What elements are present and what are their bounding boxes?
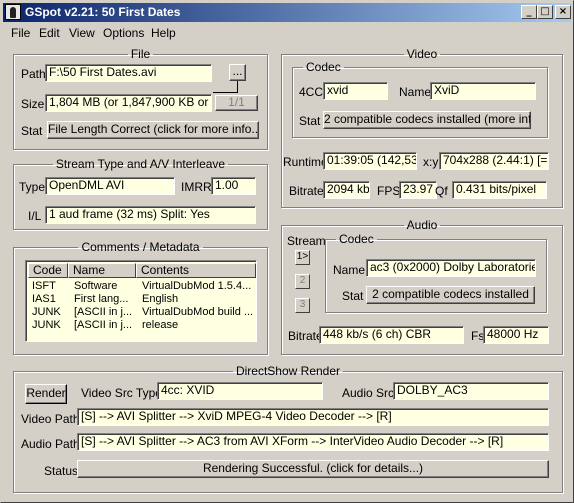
audio-name-field[interactable]: ac3 (0x2000) Dolby Laboratories, I (366, 259, 536, 277)
render-button[interactable]: Render (25, 384, 67, 404)
row-name: Software (74, 280, 118, 292)
video-bitrate-field[interactable]: 2094 kb/ (323, 181, 370, 199)
audio-codec-title: Codec (339, 232, 374, 246)
menu-file[interactable]: File (11, 26, 30, 40)
audio-name-label: Name (333, 263, 366, 277)
status-button[interactable]: Rendering Successful. (click for details… (77, 460, 549, 478)
menu-options[interactable]: Options (103, 26, 144, 40)
audio-bitrate-field[interactable]: 448 kb/s (6 ch) CBR (319, 326, 464, 344)
comments-title: Comments / Metadata (81, 240, 200, 254)
video-codec-title: Codec (306, 60, 341, 74)
minimize-button[interactable]: _ (521, 5, 537, 19)
menu-edit[interactable]: Edit (39, 26, 60, 40)
il-field[interactable]: 1 aud frame (32 ms) Split: Yes (45, 206, 256, 224)
path-label: Path (21, 67, 46, 81)
gspot-window: GSpot v2.21: 50 First Dates _ □ × File E… (0, 0, 574, 503)
row-code: IAS1 (32, 293, 56, 305)
file-stat-button[interactable]: File Length Correct (click for more info… (47, 121, 259, 139)
xy-field[interactable]: 704x288 (2.44:1) [=22 (439, 152, 549, 170)
file-stat-label: Stat (21, 124, 43, 138)
row-contents: VirtualDubMod build ... (142, 306, 254, 318)
gspot-app-icon[interactable] (5, 4, 21, 20)
audio-group-title: Audio (406, 218, 438, 232)
stream-1-button[interactable]: 1> (295, 250, 310, 265)
audio-path-label: Audio Path (21, 437, 80, 451)
fps-field[interactable]: 23.97 (399, 181, 437, 199)
close-button[interactable]: × (555, 5, 571, 19)
size-label: Size (21, 97, 45, 111)
video-path-field[interactable]: [S] --> AVI Splitter --> XviD MPEG-4 Vid… (77, 408, 549, 426)
il-label: I/L (28, 209, 42, 223)
path-field[interactable]: F:\50 First Dates.avi (45, 64, 212, 82)
fourcc-label: 4CC (299, 85, 324, 99)
video-stat-label: Stat (299, 114, 321, 128)
column-contents[interactable]: Contents (136, 263, 256, 278)
table-row[interactable]: JUNK [ASCII in j... release (26, 319, 256, 332)
fs-field[interactable]: 48000 Hz (483, 326, 549, 344)
video-name-label: Name (399, 85, 432, 99)
directshow-render-title: DirectShow Render (235, 364, 341, 378)
menu-view[interactable]: View (69, 26, 95, 40)
video-bitrate-label: Bitrate (289, 184, 324, 198)
metadata-list[interactable]: Code Name Contents ISFT Software Virtual… (25, 260, 257, 342)
video-src-type-field[interactable]: 4cc: XVID (157, 382, 323, 400)
row-contents: English (142, 293, 179, 305)
runtime-field[interactable]: 01:39:05 (142,536 (323, 152, 417, 170)
row-name: [ASCII in j... (74, 319, 133, 331)
type-field[interactable]: OpenDML AVI (45, 177, 175, 195)
status-label: Status (44, 464, 79, 478)
xy-label: x:y (423, 155, 439, 169)
column-name[interactable]: Name (68, 263, 136, 278)
menu-help[interactable]: Help (151, 26, 176, 40)
size-field[interactable]: 1,804 MB (or 1,847,900 KB or 1,8 (45, 94, 212, 112)
row-contents: release (142, 319, 179, 331)
video-src-type-label: Video Src Type (81, 386, 162, 400)
video-group-title: Video (406, 47, 438, 61)
stream-3-button[interactable]: 3 (295, 298, 310, 313)
audio-stat-button[interactable]: 2 compatible codecs installed (366, 286, 535, 304)
video-stat-button[interactable]: 2 compatible codecs installed (more info… (323, 111, 531, 129)
video-name-field[interactable]: XviD (430, 82, 536, 100)
table-row[interactable]: IAS1 First lang... English (26, 293, 256, 306)
fps-label: FPS (377, 184, 401, 198)
imrr-label: IMRR (181, 180, 212, 194)
stream-2-button[interactable]: 2 (295, 274, 310, 289)
audio-src-label: Audio Src (342, 386, 395, 400)
audio-stat-label: Stat (342, 289, 364, 303)
fourcc-field[interactable]: xvid (323, 82, 388, 100)
window-title: GSpot v2.21: 50 First Dates (25, 5, 181, 19)
runtime-label: Runtime (283, 155, 328, 169)
video-path-label: Video Path (21, 412, 80, 426)
row-name: First lang... (74, 293, 129, 305)
browse-button[interactable]: ... (229, 64, 246, 81)
file-group-title: File (130, 47, 151, 61)
imrr-field[interactable]: 1.00 (211, 177, 256, 195)
browse-connector-h (213, 92, 238, 93)
metadata-header: Code Name Contents (28, 263, 256, 278)
row-contents: VirtualDubMod 1.5.4... (142, 280, 252, 292)
title-bar[interactable]: GSpot v2.21: 50 First Dates _ □ × (3, 3, 571, 22)
row-name: [ASCII in j... (74, 306, 133, 318)
column-code[interactable]: Code (28, 263, 68, 278)
page-indicator[interactable]: 1/1 (215, 95, 258, 111)
audio-path-field[interactable]: [S] --> AVI Splitter --> AC3 from AVI XF… (77, 433, 549, 451)
table-row[interactable]: JUNK [ASCII in j... VirtualDubMod build … (26, 306, 256, 319)
audio-bitrate-label: Bitrate (288, 329, 323, 343)
menu-bar: File Edit View Options Help (3, 23, 571, 42)
row-code: JUNK (32, 306, 61, 318)
stream-label: Stream (287, 234, 326, 248)
type-label: Type (19, 180, 46, 194)
table-row[interactable]: ISFT Software VirtualDubMod 1.5.4... (26, 280, 256, 293)
qf-field[interactable]: 0.431 bits/pixel (452, 181, 547, 199)
audio-src-field[interactable]: DOLBY_AC3 (393, 382, 549, 400)
row-code: JUNK (32, 319, 61, 331)
maximize-button[interactable]: □ (537, 5, 553, 19)
stream-type-title: Stream Type and A/V Interleave (55, 157, 226, 171)
row-code: ISFT (32, 280, 56, 292)
qf-label: Qf (435, 184, 448, 198)
browse-connector (237, 81, 238, 92)
